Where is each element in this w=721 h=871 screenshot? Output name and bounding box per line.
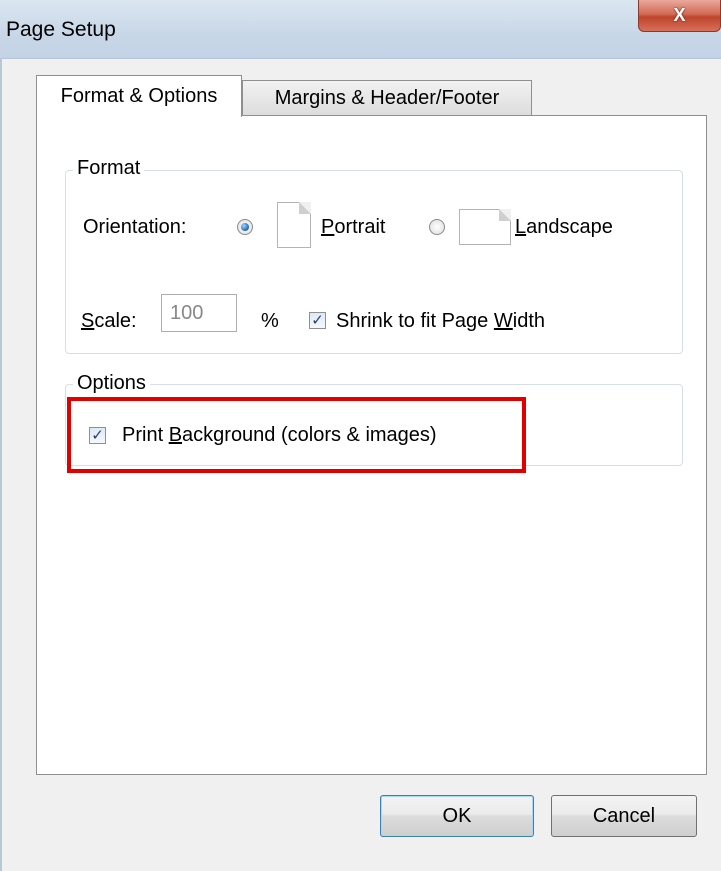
print-background-checkbox[interactable]: ✓	[89, 427, 106, 444]
options-group-legend: Options	[73, 372, 150, 395]
landscape-page-icon	[459, 209, 511, 245]
tab-panel-format-options: Format Orientation: Portrait Landscape S…	[36, 115, 707, 775]
shrink-label-pre: Shrink to fit Page	[336, 310, 494, 332]
portrait-page-icon	[277, 202, 311, 248]
print-background-label[interactable]: Print Background (colors & images)	[122, 424, 437, 447]
orientation-label: Orientation:	[83, 216, 187, 238]
scale-label: Scale:	[81, 310, 137, 333]
window-border	[0, 58, 2, 871]
page-setup-dialog: Page Setup X Format & Options Margins & …	[0, 0, 721, 871]
shrink-label-post: idth	[512, 310, 546, 332]
portrait-label[interactable]: Portrait	[321, 216, 385, 239]
shrink-access-key: W	[493, 310, 513, 332]
print-bg-label-pre: Print	[122, 424, 169, 446]
tab-margins-header-footer[interactable]: Margins & Header/Footer	[242, 80, 532, 116]
landscape-radio[interactable]	[429, 219, 445, 235]
scale-label-rest: cale:	[94, 310, 137, 332]
check-icon: ✓	[311, 312, 324, 329]
tab-format-options[interactable]: Format & Options	[36, 75, 242, 117]
shrink-to-fit-checkbox[interactable]: ✓	[309, 312, 326, 329]
scale-unit: %	[261, 310, 279, 332]
landscape-label-rest: andscape	[526, 216, 613, 238]
check-icon: ✓	[91, 427, 104, 444]
scale-input[interactable]	[161, 294, 237, 332]
landscape-label[interactable]: Landscape	[515, 216, 613, 239]
scale-access-key: S	[81, 310, 95, 332]
title-bar[interactable]: Page Setup X	[0, 0, 721, 59]
format-group-legend: Format	[73, 157, 145, 180]
landscape-access-key: L	[515, 216, 527, 238]
portrait-access-key: P	[321, 216, 335, 238]
print-bg-access-key: B	[168, 424, 183, 446]
portrait-radio[interactable]	[237, 219, 253, 235]
dialog-title: Page Setup	[6, 18, 116, 41]
print-bg-label-post: ackground (colors & images)	[182, 424, 437, 446]
portrait-label-rest: ortrait	[334, 216, 386, 238]
ok-button[interactable]: OK	[380, 795, 534, 837]
shrink-to-fit-label[interactable]: Shrink to fit Page Width	[336, 310, 545, 333]
cancel-button[interactable]: Cancel	[551, 795, 697, 837]
close-button[interactable]: X	[638, 0, 721, 32]
close-icon: X	[673, 5, 686, 25]
